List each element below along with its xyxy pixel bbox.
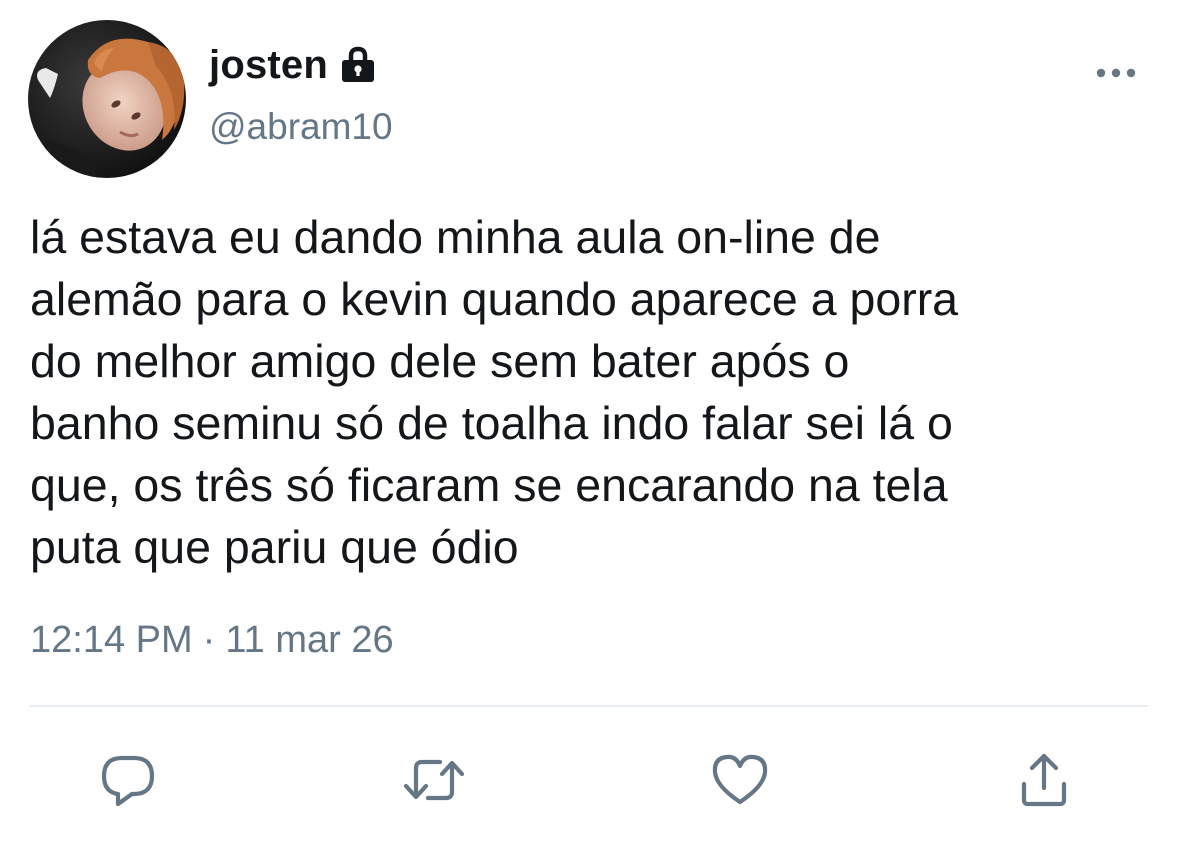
divider: [30, 705, 1148, 707]
share-button[interactable]: [1012, 748, 1076, 812]
avatar-image: [28, 20, 186, 178]
more-horizontal-icon: [1096, 68, 1136, 78]
like-button[interactable]: [708, 748, 772, 812]
lock-icon: [338, 44, 378, 89]
reply-button[interactable]: [96, 748, 160, 812]
tweet-time: 12:14 PM: [30, 619, 193, 661]
user-handle[interactable]: @abram10: [209, 106, 393, 148]
display-name[interactable]: josten: [209, 43, 328, 88]
more-options-button[interactable]: [1088, 58, 1144, 88]
display-name-row: josten: [209, 36, 378, 94]
tweet-text: lá estava eu dando minha aula on-line de…: [30, 211, 959, 573]
meta-separator: ·: [202, 619, 216, 661]
retweet-button[interactable]: [402, 748, 466, 812]
tweet-date: 11 mar 26: [225, 619, 394, 661]
share-icon: [1021, 753, 1067, 807]
heart-icon: [712, 754, 768, 805]
reply-icon: [101, 755, 155, 807]
avatar[interactable]: [28, 20, 186, 178]
retweet-icon: [403, 759, 465, 801]
tweet-timestamp[interactable]: 12:14 PM · 11 mar 26: [30, 619, 394, 662]
